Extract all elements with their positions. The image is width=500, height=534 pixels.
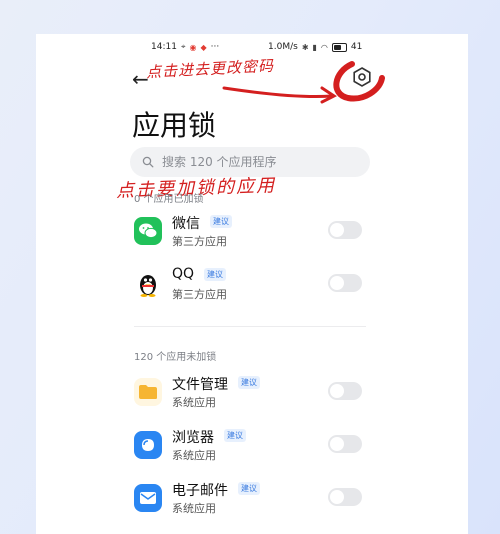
lock-toggle[interactable] [328, 274, 362, 292]
app-row-file-manager[interactable]: 文件管理 建议 系统应用 [134, 372, 374, 412]
app-name: 文件管理 [172, 377, 228, 393]
suggest-badge: 建议 [224, 429, 246, 442]
locked-section-label: 0 个应用已加锁 [134, 194, 204, 205]
notification-icon: ◉ [189, 42, 197, 52]
app-notification-icon: ◆ [200, 42, 207, 52]
section-divider [134, 326, 366, 327]
status-time: 14:11 [151, 42, 177, 52]
suggest-badge: 建议 [238, 376, 260, 389]
page-title: 应用锁 [132, 109, 217, 142]
status-bar-left: 14:11 ⌖ ◉ ◆ ··· [151, 42, 219, 52]
suggest-badge: 建议 [204, 268, 226, 281]
app-category: 系统应用 [172, 502, 216, 515]
gear-icon[interactable] [352, 67, 372, 87]
wechat-icon [134, 217, 162, 245]
app-category: 系统应用 [172, 449, 216, 462]
app-category: 系统应用 [172, 396, 216, 409]
qq-penguin-icon [134, 270, 162, 298]
suggest-badge: 建议 [238, 482, 260, 495]
browser-icon [134, 431, 162, 459]
app-row-email[interactable]: 电子邮件 建议 系统应用 [134, 478, 374, 518]
mail-icon [134, 484, 162, 512]
unlocked-section-label: 120 个应用未加锁 [134, 352, 217, 363]
app-name: 微信 [172, 216, 200, 232]
app-name: 电子邮件 [172, 483, 228, 499]
search-icon [142, 156, 154, 168]
app-row-wechat[interactable]: 微信 建议 第三方应用 [134, 211, 374, 251]
app-row-qq[interactable]: QQ 建议 第三方应用 [134, 264, 374, 304]
lock-toggle[interactable] [328, 382, 362, 400]
phone-screen: 14:11 ⌖ ◉ ◆ ··· 1.0M/s ✱ ▮ ◠ 41 ← 点击进去更改… [36, 34, 468, 534]
suggest-badge: 建议 [210, 215, 232, 228]
app-category: 第三方应用 [172, 288, 227, 301]
folder-icon [134, 378, 162, 406]
app-row-browser[interactable]: 浏览器 建议 系统应用 [134, 425, 374, 465]
app-name: 浏览器 [172, 430, 214, 446]
lock-toggle[interactable] [328, 488, 362, 506]
lock-toggle[interactable] [328, 435, 362, 453]
search-input[interactable] [160, 154, 364, 170]
app-category: 第三方应用 [172, 235, 227, 248]
location-icon: ⌖ [180, 42, 186, 51]
lock-toggle[interactable] [328, 221, 362, 239]
app-name: QQ [172, 266, 195, 282]
